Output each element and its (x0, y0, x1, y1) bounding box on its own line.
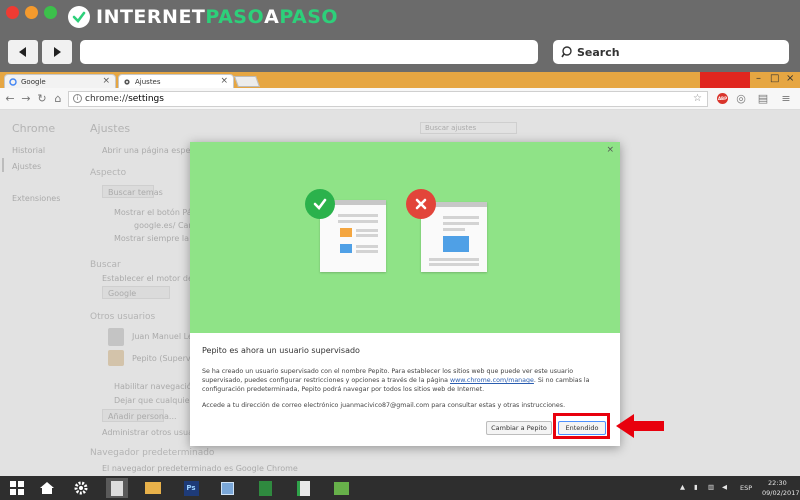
reload-icon[interactable]: ↻ (36, 93, 48, 105)
extension-2-icon[interactable]: ▤ (757, 93, 769, 105)
mock-url-bar[interactable] (80, 40, 538, 64)
highlight-box (553, 413, 610, 439)
forward-arrow-icon[interactable]: → (20, 93, 32, 105)
dialog-illustration: × (190, 142, 620, 333)
mock-search-placeholder: Search (577, 45, 620, 59)
taskbar-app-spreadsheet[interactable] (254, 478, 276, 498)
cross-icon (406, 189, 436, 219)
mockup-frame: INTERNET PASO A PASO Search (0, 0, 800, 72)
triangle-right-icon (54, 47, 61, 57)
star-icon[interactable]: ☆ (693, 93, 702, 104)
tab-strip: Google × Ajustes × – □ × (0, 72, 800, 88)
clock-time[interactable]: 22:30 (768, 479, 787, 487)
tray-up-icon[interactable]: ▲ (680, 483, 685, 491)
logo-part-2: PASO (205, 6, 265, 28)
close-icon[interactable]: × (606, 145, 614, 155)
tab-settings[interactable]: Ajustes × (118, 74, 234, 88)
switch-user-button[interactable]: Cambiar a Pepito (486, 421, 552, 435)
photoshop-icon: Ps (183, 480, 199, 496)
site-logo: INTERNET PASO A PASO (68, 4, 338, 30)
back-arrow-icon[interactable]: ← (4, 93, 16, 105)
triangle-left-icon (19, 47, 26, 57)
logo-check-icon (68, 6, 90, 28)
redacted-block (700, 72, 750, 88)
mock-back-button[interactable] (8, 40, 38, 64)
windows-icon (10, 481, 24, 495)
info-icon[interactable]: i (73, 94, 82, 103)
close-window-icon[interactable]: × (786, 73, 794, 84)
network-icon[interactable]: ▥ (708, 483, 714, 491)
taskbar-settings[interactable] (70, 478, 92, 498)
mock-forward-button[interactable] (42, 40, 72, 64)
menu-icon[interactable]: ≡ (780, 93, 792, 105)
gear-icon (123, 78, 131, 86)
address-bar[interactable]: i chrome://settings ☆ (68, 91, 708, 107)
window-dots (6, 6, 57, 19)
logo-part-1: INTERNET (96, 6, 206, 28)
url-host: chrome:// (85, 94, 129, 104)
url-path: settings (128, 94, 164, 104)
spreadsheet-icon (258, 480, 272, 496)
taskbar: Ps ▲ ▮ ▥ ◀ ESP 22:30 09/02/2017 (0, 476, 800, 500)
dialog-title: Pepito es ahora un usuario supervisado (202, 346, 360, 355)
new-tab-button[interactable] (233, 76, 261, 87)
adblock-icon[interactable]: ABP (717, 93, 728, 104)
floppy-icon (220, 481, 234, 495)
logo-part-4: PASO (279, 6, 339, 28)
clock-date[interactable]: 09/02/2017 (762, 489, 799, 497)
tab-google-label: Google (21, 77, 46, 86)
red-dot (6, 6, 19, 19)
taskbar-app-image[interactable] (330, 478, 352, 498)
home-icon[interactable]: ⌂ (52, 93, 64, 105)
logo-part-3: A (264, 6, 280, 28)
taskbar-app-save[interactable] (216, 478, 238, 498)
language-indicator[interactable]: ESP (740, 484, 752, 492)
battery-icon[interactable]: ▮ (694, 483, 698, 491)
gear-icon (74, 481, 88, 495)
maximize-icon[interactable]: □ (770, 73, 779, 84)
tab-google[interactable]: Google × (4, 74, 116, 88)
taskbar-home[interactable] (36, 478, 58, 498)
taskbar-app-explorer[interactable] (142, 478, 164, 498)
editor-icon (296, 480, 310, 496)
home-icon (40, 482, 54, 494)
dialog-paragraph-2: Accede a tu dirección de correo electrón… (202, 402, 566, 409)
tab-settings-label: Ajustes (135, 77, 161, 86)
dialog-paragraph: Se ha creado un usuario supervisado con … (202, 367, 606, 394)
taskbar-app-photoshop[interactable]: Ps (180, 478, 202, 498)
check-icon (305, 189, 335, 219)
start-button[interactable] (6, 478, 28, 498)
green-dot (44, 6, 57, 19)
document-icon (111, 480, 123, 496)
volume-icon[interactable]: ◀ (722, 483, 727, 491)
image-icon (333, 481, 349, 495)
minimize-icon[interactable]: – (756, 73, 761, 84)
supervised-user-dialog: × Pepito es ahora un usuario supervisado… (190, 142, 620, 446)
red-arrow-icon (616, 414, 664, 438)
taskbar-app-editor[interactable] (292, 478, 314, 498)
taskbar-app-document[interactable] (106, 478, 128, 498)
search-icon (561, 46, 572, 58)
folder-icon (145, 482, 161, 494)
browser-toolbar: ← → ↻ ⌂ i chrome://settings ☆ ABP ◎ ▤ ≡ (0, 88, 800, 110)
extension-icon[interactable]: ◎ (735, 93, 747, 105)
orange-dot (25, 6, 38, 19)
manage-link[interactable]: www.chrome.com/manage (450, 377, 534, 384)
google-icon (9, 77, 17, 86)
close-icon[interactable]: × (102, 76, 110, 86)
close-icon[interactable]: × (220, 76, 228, 86)
mock-search-box[interactable]: Search (553, 40, 789, 64)
